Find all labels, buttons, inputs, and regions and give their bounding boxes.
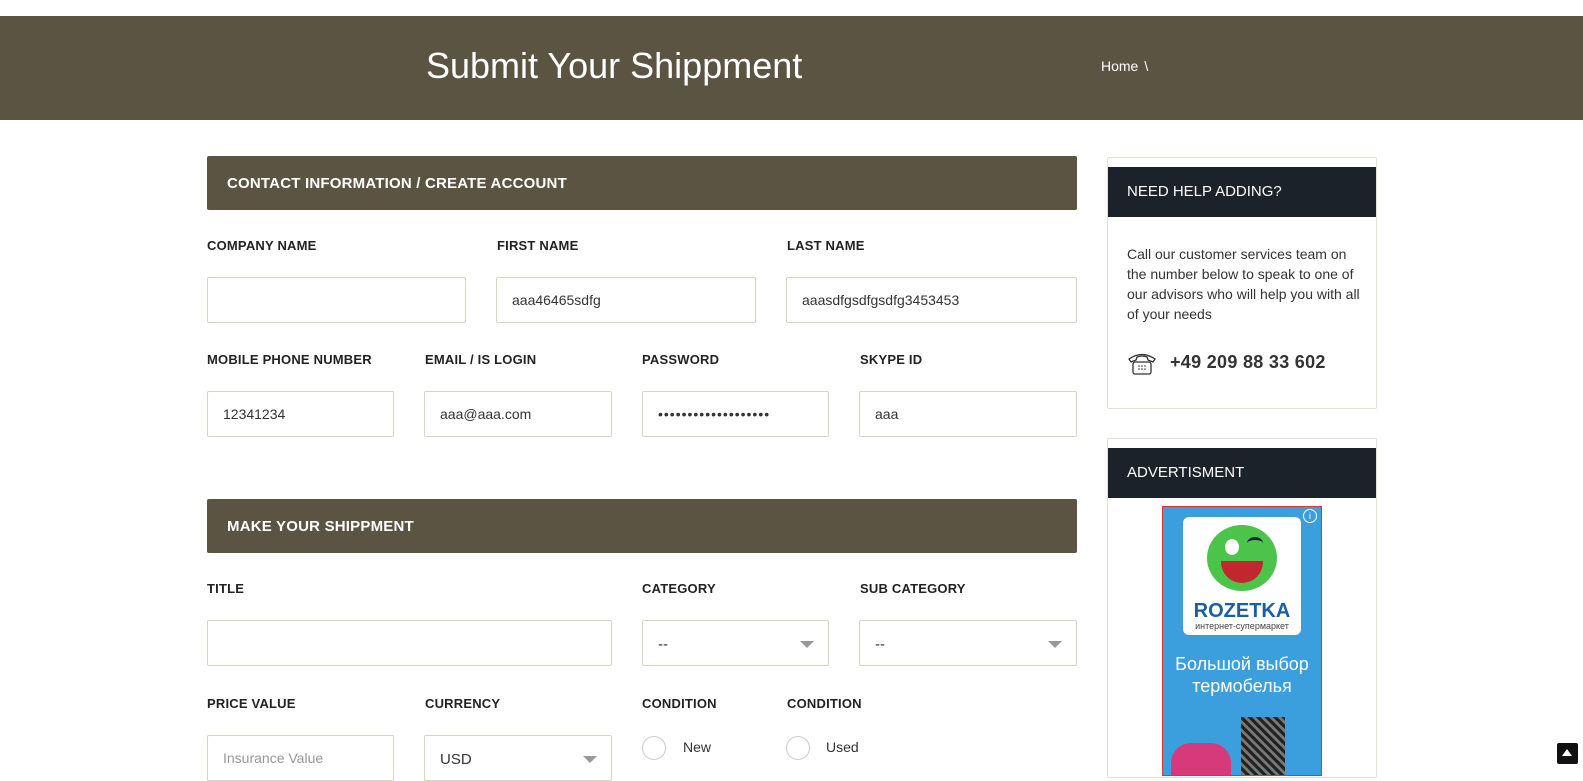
price-value-input[interactable] [207, 735, 394, 781]
condition-label: CONDITION [642, 696, 717, 711]
phone-number: +49 209 88 33 602 [1170, 352, 1326, 372]
contact-section-header: CONTACT INFORMATION / CREATE ACCOUNT [207, 156, 1077, 210]
skype-id-input[interactable] [859, 391, 1077, 437]
chevron-up-icon [1562, 749, 1572, 756]
contact-section-title: CONTACT INFORMATION / CREATE ACCOUNT [227, 175, 567, 192]
price-value-label: PRICE VALUE [207, 696, 296, 711]
help-text: Call our customer services team on the n… [1127, 246, 1360, 322]
page-banner: Submit Your Shippment Home \ [0, 16, 1583, 120]
ad-tagline: интернет-супермаркет [1195, 621, 1289, 631]
condition-new-radio[interactable] [642, 736, 666, 760]
mobile-phone-label: MOBILE PHONE NUMBER [207, 352, 372, 367]
chevron-down-icon [583, 756, 597, 763]
title-input[interactable] [207, 620, 612, 666]
scroll-to-top-button[interactable] [1557, 743, 1578, 764]
ad-panel-header: ADVERTISMENT [1108, 448, 1376, 498]
chevron-down-icon [800, 641, 814, 648]
email-label: EMAIL / IS LOGIN [425, 352, 537, 367]
page-title: Submit Your Shippment [426, 45, 803, 86]
ad-panel-title: ADVERTISMENT [1127, 464, 1245, 481]
category-label: CATEGORY [642, 581, 716, 596]
help-panel-header: NEED HELP ADDING? [1108, 167, 1376, 217]
breadcrumb: Home \ [1101, 58, 1148, 74]
currency-selected-value: USD [440, 751, 472, 768]
category-selected-value: -- [658, 636, 668, 653]
phone-icon [1128, 353, 1156, 375]
ad-info-icon[interactable]: i [1303, 509, 1317, 523]
smiley-icon [1207, 525, 1277, 591]
top-strip [0, 0, 1583, 16]
breadcrumb-separator: \ [1144, 58, 1149, 74]
condition-new-label: New [683, 739, 712, 755]
ad-panel: ADVERTISMENT i ROZETKA интернет-супермар… [1107, 438, 1377, 778]
company-name-label: COMPANY NAME [207, 238, 317, 253]
shipment-section-title: MAKE YOUR SHIPPMENT [227, 518, 414, 535]
first-name-input[interactable] [496, 277, 756, 323]
last-name-label: LAST NAME [787, 238, 865, 253]
password-input[interactable] [642, 391, 829, 437]
help-panel-title: NEED HELP ADDING? [1127, 183, 1282, 200]
ad-pants-image [1241, 717, 1285, 775]
ad-text: Большой выбор термобелья [1175, 654, 1309, 696]
ad-brand: ROZETKA [1193, 600, 1291, 622]
ad-shirt-image [1171, 743, 1231, 775]
skype-id-label: SKYPE ID [860, 352, 923, 367]
currency-select[interactable]: USD [424, 735, 612, 781]
ad-banner[interactable]: i ROZETKA интернет-супермаркет Большой в… [1162, 506, 1322, 776]
currency-label: CURRENCY [425, 696, 501, 711]
condition-label-2: CONDITION [787, 696, 862, 711]
email-input[interactable] [424, 391, 612, 437]
shipment-section-header: MAKE YOUR SHIPPMENT [207, 499, 1077, 553]
condition-used-radio[interactable] [786, 736, 810, 760]
password-label: PASSWORD [642, 352, 720, 367]
help-panel: NEED HELP ADDING? Call our customer serv… [1107, 157, 1377, 409]
first-name-label: FIRST NAME [497, 238, 579, 253]
mobile-phone-input[interactable] [207, 391, 394, 437]
chevron-down-icon [1048, 641, 1062, 648]
condition-used-label: Used [826, 739, 859, 755]
breadcrumb-home-link[interactable]: Home [1101, 58, 1138, 74]
last-name-input[interactable] [786, 277, 1077, 323]
subcategory-selected-value: -- [875, 636, 885, 653]
company-name-input[interactable] [207, 277, 466, 323]
subcategory-select[interactable]: -- [859, 620, 1077, 666]
category-select[interactable]: -- [642, 620, 829, 666]
ad-logo: ROZETKA интернет-супермаркет [1183, 517, 1301, 635]
title-label: TITLE [207, 581, 245, 596]
subcategory-label: SUB CATEGORY [860, 581, 966, 596]
